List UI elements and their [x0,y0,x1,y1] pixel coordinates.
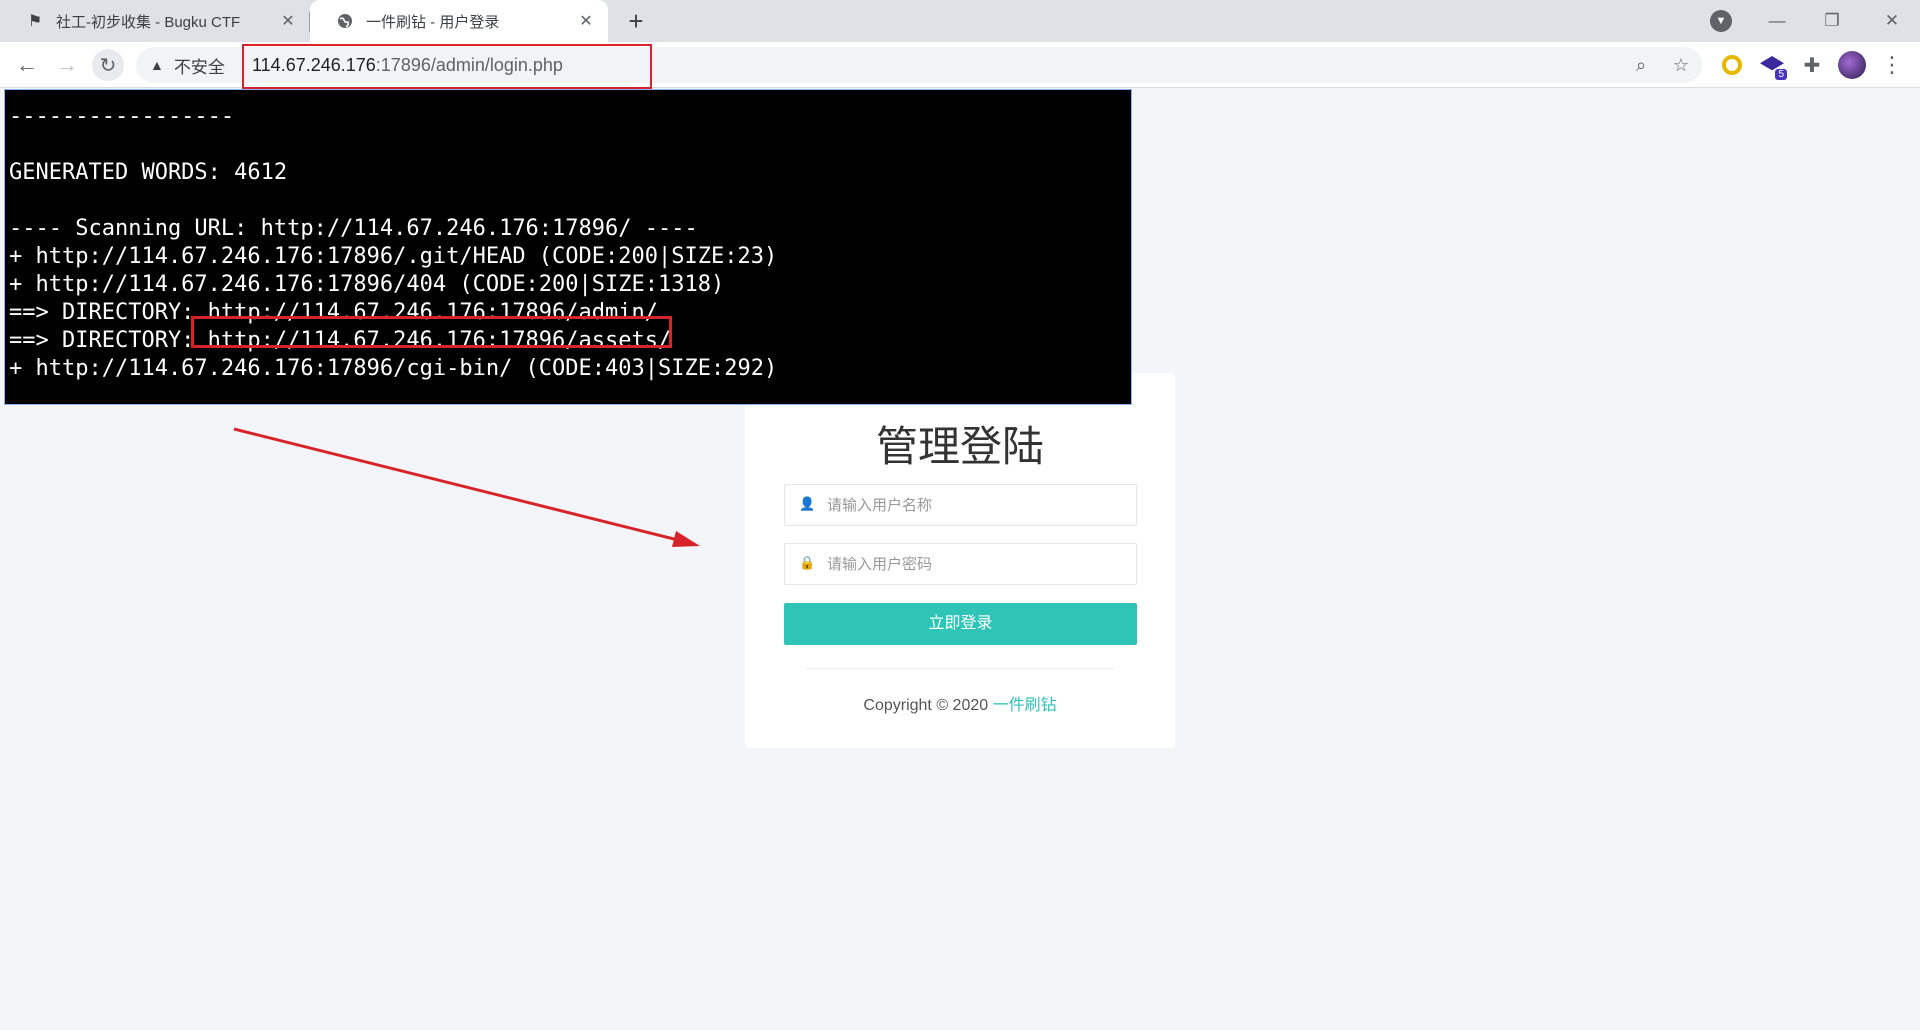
warning-icon: ▲ [150,57,164,73]
copyright: Copyright © 2020 一件刷钻 [745,691,1175,715]
restore-button[interactable]: ❐ [1812,6,1852,36]
extension-hat-icon[interactable]: 5 [1757,50,1787,80]
terminal-line: GENERATED WORDS: 4612 [9,160,288,185]
minimize-button[interactable]: — [1757,6,1797,36]
browser-menu-icon[interactable]: ⋮ [1877,50,1907,80]
close-window-button[interactable]: ✕ [1872,6,1912,36]
forward-icon[interactable]: → [51,49,83,81]
extension-yellow-ring-icon[interactable] [1717,50,1747,80]
terminal-line: ---- Scanning URL: http://114.67.246.176… [9,216,698,241]
bookmark-star-icon[interactable]: ☆ [1666,47,1696,83]
tab-title: 社工-初步收集 - Bugku CTF [56,13,241,31]
terminal-window: ----------------- GENERATED WORDS: 4612 … [4,89,1132,405]
close-tab-icon[interactable]: ✕ [276,9,300,33]
back-icon[interactable]: ← [11,49,43,81]
tab-bugku[interactable]: ⚑ 社工-初步收集 - Bugku CTF ✕ [0,0,310,42]
tab-title: 一件刷钻 - 用户登录 [366,13,500,31]
user-icon: 👤 [799,496,816,511]
globe-icon [334,10,356,32]
login-card: 管理登陆 👤 🔒 立即登录 Copyright © 2020 一件刷钻 [745,373,1175,748]
terminal-line: + http://114.67.246.176:17896/cgi-bin/ (… [9,356,778,381]
copyright-text: Copyright © 2020 [863,697,989,714]
flag-icon: ⚑ [27,13,43,30]
login-button[interactable]: 立即登录 [784,603,1137,645]
new-tab-button[interactable]: + [622,8,650,36]
tab-login[interactable]: 一件刷钻 - 用户登录 ✕ [310,0,608,42]
password-field[interactable]: 🔒 [784,543,1137,585]
terminal-line: + http://114.67.246.176:17896/404 (CODE:… [9,272,725,297]
profile-avatar[interactable] [1837,50,1867,80]
login-title: 管理登陆 [875,422,1044,471]
security-label: 不安全 [173,57,225,77]
password-input[interactable] [827,544,1127,584]
terminal-line: + http://114.67.246.176:17896/.git/HEAD … [9,244,778,269]
username-field[interactable]: 👤 [784,484,1137,526]
close-tab-icon[interactable]: ✕ [574,9,598,33]
username-input[interactable] [827,485,1127,525]
tab-search-icon[interactable]: ▼ [1710,10,1732,32]
admin-directory-highlight-box [191,316,672,348]
extensions-puzzle-icon[interactable]: ✚ [1797,50,1827,80]
zoom-icon[interactable]: ⌕ [1626,47,1656,83]
url-highlight-box [242,44,652,89]
terminal-line: ----------------- [9,104,235,129]
security-indicator[interactable]: ▲ 不安全 [150,47,225,83]
extension-badge: 5 [1775,69,1787,80]
reload-icon[interactable]: ↻ [92,49,124,81]
lock-icon: 🔒 [799,555,816,570]
tab-strip: ⚑ 社工-初步收集 - Bugku CTF ✕ 一件刷钻 - 用户登录 ✕ + … [0,0,1920,42]
divider [805,668,1115,669]
site-link[interactable]: 一件刷钻 [993,697,1057,714]
